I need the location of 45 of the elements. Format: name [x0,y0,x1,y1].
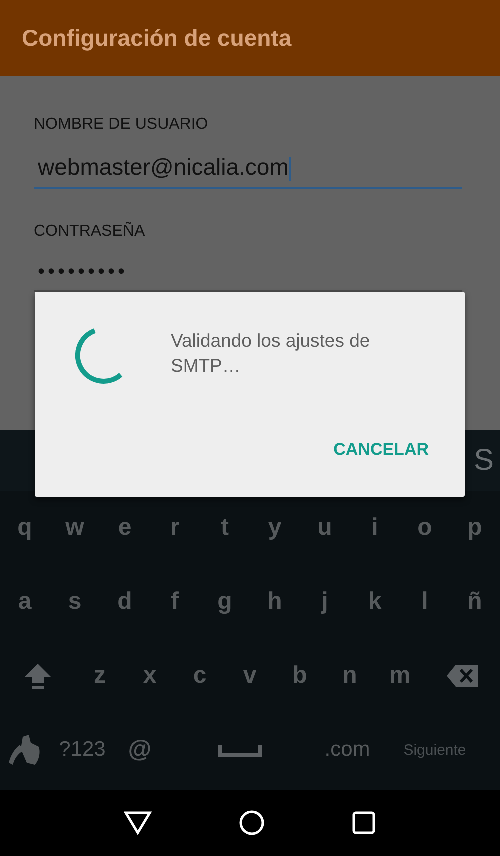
key[interactable]: ?123 [50,725,115,775]
key[interactable]: e [100,503,150,553]
shift-icon[interactable] [22,661,52,691]
key[interactable]: v [225,651,275,701]
key[interactable]: m [375,651,425,701]
key[interactable]: s [50,577,100,627]
key[interactable]: .com [315,725,380,775]
key[interactable]: b [275,651,325,701]
key[interactable]: ñ [450,577,500,627]
key[interactable]: j [300,577,350,627]
key[interactable]: p [450,503,500,553]
field-label: CONTRASEÑA [34,223,146,241]
space-icon[interactable] [218,743,262,757]
username-field[interactable]: webmaster@nicalia.com [34,154,462,189]
key[interactable]: n [325,651,375,701]
key[interactable]: i [350,503,400,553]
key[interactable]: c [175,651,225,701]
dialog-message: Validando los ajustes de SMTP… [171,329,372,378]
next-key[interactable]: Siguiente [380,725,490,775]
cancel-button[interactable]: CANCELAR [330,436,433,464]
key[interactable]: w [50,503,100,553]
key[interactable]: u [300,503,350,553]
key[interactable]: a [0,577,50,627]
key[interactable]: x [125,651,175,701]
backspace-icon[interactable] [446,664,480,688]
key[interactable]: f [150,577,200,627]
key[interactable]: k [350,577,400,627]
key[interactable]: l [400,577,450,627]
key[interactable]: @ [115,725,165,775]
field-label: NOMBRE DE USUARIO [34,116,210,134]
back-icon[interactable] [124,811,152,835]
home-icon[interactable] [238,810,265,836]
key[interactable]: q [0,503,50,553]
key[interactable]: y [250,503,300,553]
key[interactable]: g [200,577,250,627]
key[interactable]: r [150,503,200,553]
gesture-icon[interactable] [7,733,43,767]
key[interactable]: z [75,651,125,701]
key[interactable]: h [250,577,300,627]
key[interactable]: d [100,577,150,627]
recents-icon[interactable] [352,811,376,835]
key[interactable]: t [200,503,250,553]
suggestion[interactable]: S [474,444,494,478]
screen-title: Configuración de cuenta [22,24,292,52]
key[interactable]: o [400,503,450,553]
